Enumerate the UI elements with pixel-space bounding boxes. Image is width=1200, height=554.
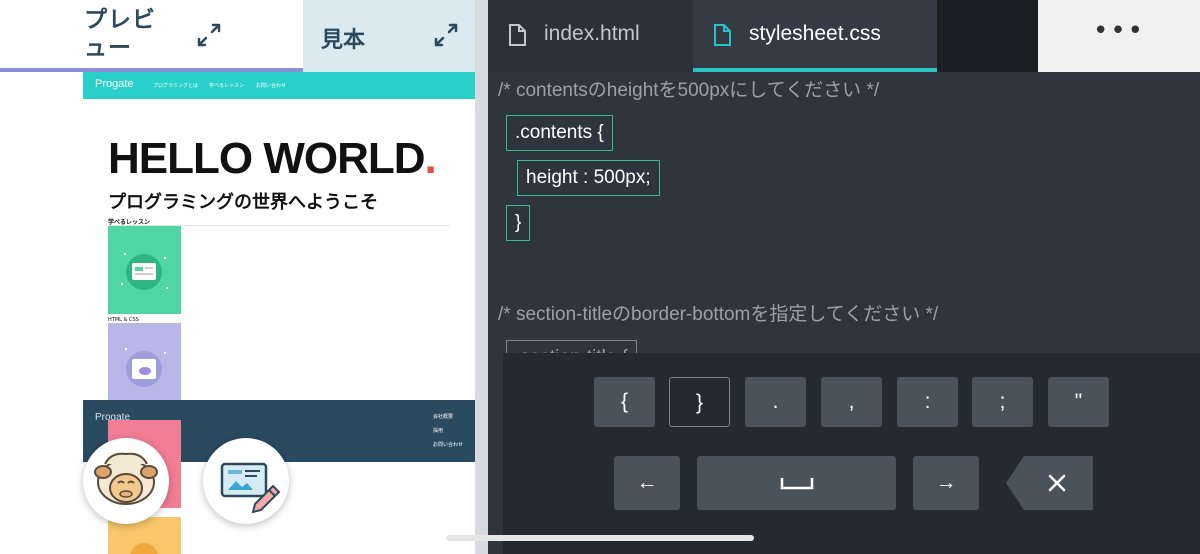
site-header: Progate プログラミングとは 学べるレッスン お問い合わせ	[83, 72, 475, 99]
tab-stylesheet-css[interactable]: stylesheet.css	[693, 0, 937, 72]
sheep-mascot-icon	[94, 452, 158, 505]
hero-title-dot: .	[424, 134, 437, 183]
space-icon	[780, 478, 813, 490]
slide-button[interactable]	[203, 438, 289, 524]
key-colon[interactable]: :	[897, 377, 958, 427]
key-semicolon[interactable]: ;	[972, 377, 1033, 427]
site-nav-item[interactable]: プログラミングとは	[153, 82, 198, 89]
key-delete[interactable]	[1006, 456, 1093, 510]
footer-link[interactable]: 採用	[433, 427, 443, 434]
code-comment: /* section-titleのborder-bottomを指定してください …	[498, 304, 939, 325]
key-space[interactable]	[697, 456, 896, 510]
site-logo[interactable]: Progate	[95, 78, 134, 90]
key-quote[interactable]: "	[1048, 377, 1109, 427]
lesson-card[interactable]	[108, 226, 181, 314]
hero-title: HELLO WORLD.	[108, 134, 437, 184]
key-period[interactable]: .	[745, 377, 806, 427]
delete-icon	[1006, 456, 1093, 510]
editor-tab-bar: index.html stylesheet.css •••	[488, 0, 1200, 72]
tab-sample[interactable]: 見本	[303, 0, 475, 72]
monitor-illustration-icon	[120, 252, 169, 290]
expand-icon[interactable]	[433, 22, 459, 48]
code-keyboard: { } . , : ; " ← →	[503, 353, 1200, 554]
preview-pane: Progate プログラミングとは 学べるレッスン お問い合わせ HELLO W…	[0, 72, 475, 554]
tab-index-html[interactable]: index.html	[488, 0, 693, 72]
mascot-button[interactable]	[83, 438, 169, 524]
site-nav-item[interactable]: お問い合わせ	[256, 82, 286, 89]
hero-title-text: HELLO WORLD	[108, 134, 426, 183]
hero-subtitle: プログラミングの世界へようこそ	[108, 192, 378, 213]
more-icon: •••	[1092, 16, 1145, 46]
preview-header: プレビュー 見本	[0, 0, 475, 72]
key-left-arrow[interactable]: ←	[614, 456, 680, 510]
app: プレビュー 見本 Progate プログラミングとは 学べるレッスン お問い合わ…	[0, 0, 1200, 554]
split-divider[interactable]	[475, 0, 488, 554]
lesson-card[interactable]	[108, 323, 181, 411]
key-close-brace[interactable]: }	[669, 377, 730, 427]
footer-link[interactable]: お問い合わせ	[433, 441, 463, 448]
elephant-illustration-icon	[124, 347, 167, 387]
home-indicator[interactable]	[446, 535, 754, 541]
code-property[interactable]: height : 500px;	[517, 160, 660, 196]
key-comma[interactable]: ,	[821, 377, 882, 427]
code-selector[interactable]: .contents {	[506, 115, 613, 151]
key-right-arrow[interactable]: →	[913, 456, 979, 510]
key-open-brace[interactable]: {	[594, 377, 655, 427]
tab-preview[interactable]: プレビュー	[0, 0, 303, 72]
file-icon	[509, 24, 526, 46]
tab-stylesheet-label: stylesheet.css	[749, 22, 881, 45]
file-icon	[714, 24, 731, 46]
code-comment: /* contentsのheightを500pxにしてください */	[498, 80, 880, 101]
more-options-button[interactable]: •••	[1038, 0, 1200, 72]
code-close-brace[interactable]: }	[506, 205, 531, 241]
tab-preview-label: プレビュー	[84, 7, 156, 61]
footer-link[interactable]: 会社概要	[433, 413, 453, 420]
expand-icon[interactable]	[196, 22, 222, 48]
tab-index-label: index.html	[544, 22, 640, 45]
site-nav-item[interactable]: 学べるレッスン	[209, 82, 244, 89]
slide-edit-icon	[220, 462, 281, 514]
tab-sample-label: 見本	[321, 28, 366, 53]
